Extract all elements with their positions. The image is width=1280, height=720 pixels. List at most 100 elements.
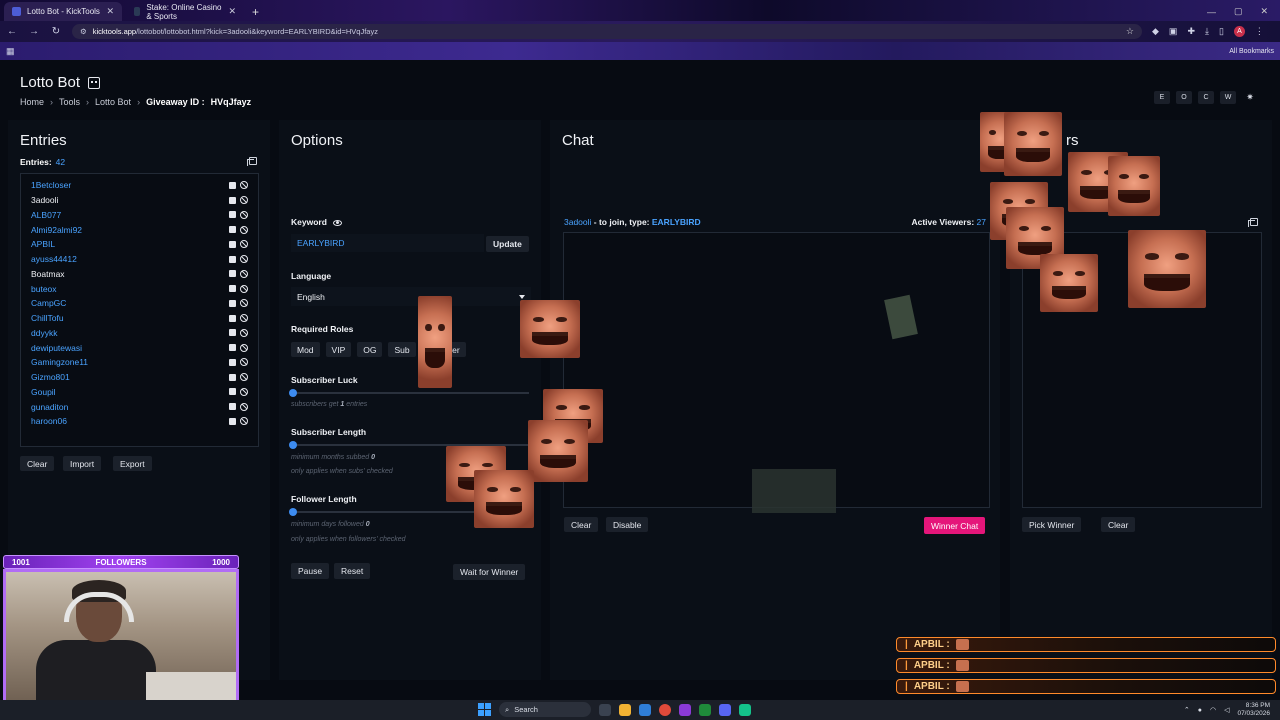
ban-icon[interactable] — [240, 210, 248, 219]
toggle-chat-button[interactable]: C — [1198, 91, 1214, 104]
close-window-icon[interactable]: ✕ — [1260, 6, 1268, 17]
chevron-up-icon[interactable]: ⌃ — [1184, 706, 1190, 714]
entry-checkbox[interactable] — [229, 270, 236, 278]
ban-icon[interactable] — [240, 196, 248, 205]
chrome-icon[interactable] — [659, 703, 671, 716]
windows-start-icon[interactable] — [478, 703, 491, 716]
ban-icon[interactable] — [240, 387, 248, 396]
entry-checkbox[interactable] — [229, 417, 236, 425]
entry-name[interactable]: gunaditon — [31, 402, 229, 412]
wait-for-winner-button[interactable]: Wait for Winner — [453, 564, 526, 580]
forward-icon[interactable]: → — [28, 26, 40, 37]
entry-checkbox[interactable] — [229, 226, 236, 234]
file-explorer-icon[interactable] — [619, 703, 631, 716]
role-vip-button[interactable]: VIP — [325, 342, 352, 357]
new-tab-icon[interactable]: + — [244, 2, 267, 21]
entry-checkbox[interactable] — [229, 358, 236, 366]
entry-name[interactable]: dewiputewasi — [31, 343, 229, 353]
mic-icon[interactable]: ● — [1198, 707, 1202, 714]
role-og-button[interactable]: OG — [357, 342, 383, 357]
entry-name[interactable]: CampGC — [31, 298, 229, 308]
entry-name[interactable]: buteox — [31, 284, 229, 294]
disable-chat-button[interactable]: Disable — [606, 517, 649, 532]
export-button[interactable]: Export — [113, 456, 152, 471]
reset-button[interactable]: Reset — [334, 563, 371, 579]
entry-name[interactable]: Gizmo801 — [31, 372, 229, 382]
ban-icon[interactable] — [240, 343, 248, 352]
menu-icon[interactable]: ⋮ — [1255, 26, 1264, 37]
reload-icon[interactable]: ↻ — [50, 26, 62, 37]
ban-icon[interactable] — [240, 299, 248, 308]
role-mod-button[interactable]: Mod — [291, 342, 320, 357]
entry-name[interactable]: APBIL — [31, 239, 229, 249]
update-button[interactable]: Update — [486, 236, 529, 252]
tab-lotto-bot[interactable]: Lotto Bot - KickTools ✕ — [4, 2, 122, 21]
ban-icon[interactable] — [240, 358, 248, 367]
ban-icon[interactable] — [240, 314, 248, 323]
keyword-input[interactable]: EARLYBIRD — [291, 234, 484, 252]
edge-icon[interactable] — [639, 703, 651, 716]
entry-name[interactable]: 3adooli — [31, 195, 229, 205]
extension-icon[interactable]: ▣ — [1169, 26, 1178, 37]
clear-winners-button[interactable]: Clear — [1101, 517, 1136, 532]
entry-name[interactable]: ChillTofu — [31, 313, 229, 323]
ban-icon[interactable] — [240, 269, 248, 278]
entry-name[interactable]: ddyykk — [31, 328, 229, 338]
theme-toggle-icon[interactable]: ✷ — [1242, 91, 1258, 104]
ban-icon[interactable] — [240, 181, 248, 190]
all-bookmarks-link[interactable]: All Bookmarks — [1229, 48, 1274, 55]
subscriber-luck-slider[interactable] — [289, 389, 529, 397]
bookmark-star-icon[interactable]: ☆ — [1126, 26, 1134, 37]
minimize-icon[interactable]: — — [1207, 7, 1216, 17]
extensions-puzzle-icon[interactable]: ✚ — [1187, 26, 1195, 37]
app-icon[interactable] — [679, 703, 691, 716]
copy-winners-icon[interactable] — [1248, 218, 1258, 227]
close-tab-icon[interactable]: ✕ — [106, 6, 114, 17]
entry-checkbox[interactable] — [229, 314, 236, 322]
pause-button[interactable]: Pause — [291, 563, 330, 579]
clear-chat-button[interactable]: Clear — [564, 517, 599, 532]
discord-icon[interactable] — [719, 703, 731, 716]
apps-grid-icon[interactable]: ▦ — [6, 46, 15, 57]
ban-icon[interactable] — [240, 255, 248, 264]
sidebar-icon[interactable]: ▯ — [1219, 26, 1224, 37]
xbox-icon[interactable] — [699, 703, 711, 716]
slider-knob[interactable] — [289, 508, 297, 516]
close-tab-icon[interactable]: ✕ — [228, 6, 236, 17]
entry-checkbox[interactable] — [229, 255, 236, 263]
entry-checkbox[interactable] — [229, 344, 236, 352]
url-input[interactable]: ⚙ kicktools.app/lottobot/lottobot.html?k… — [72, 24, 1142, 39]
toggle-entries-button[interactable]: E — [1154, 91, 1170, 104]
entry-name[interactable]: Gamingzone11 — [31, 357, 229, 367]
entry-name[interactable]: Almi92almi92 — [31, 225, 229, 235]
task-view-icon[interactable] — [599, 703, 611, 716]
entry-checkbox[interactable] — [229, 285, 236, 293]
breadcrumb-tools[interactable]: Tools — [59, 97, 80, 107]
language-select[interactable]: English — [291, 287, 531, 306]
entry-checkbox[interactable] — [229, 299, 236, 307]
entry-name[interactable]: Boatmax — [31, 269, 229, 279]
toggle-winners-button[interactable]: W — [1220, 91, 1236, 104]
site-info-icon[interactable]: ⚙ — [80, 27, 87, 36]
entry-checkbox[interactable] — [229, 403, 236, 411]
entry-checkbox[interactable] — [229, 240, 236, 248]
toggle-options-button[interactable]: O — [1176, 91, 1192, 104]
maximize-icon[interactable]: ▢ — [1234, 6, 1243, 17]
entry-checkbox[interactable] — [229, 196, 236, 204]
copy-entries-icon[interactable] — [247, 157, 257, 166]
taskbar-search[interactable]: ⌕ Search — [499, 702, 591, 717]
ban-icon[interactable] — [240, 225, 248, 234]
pick-winner-button[interactable]: Pick Winner — [1022, 517, 1082, 532]
entry-checkbox[interactable] — [229, 181, 236, 189]
role-sub-button[interactable]: Sub — [388, 342, 416, 357]
winner-chat-button[interactable]: Winner Chat — [924, 517, 986, 534]
entry-checkbox[interactable] — [229, 329, 236, 337]
entry-name[interactable]: Goupil — [31, 387, 229, 397]
ban-icon[interactable] — [240, 417, 248, 426]
download-icon[interactable]: ⤓ — [1205, 26, 1209, 37]
breadcrumb-home[interactable]: Home — [20, 97, 44, 107]
tab-stake[interactable]: Stake: Online Casino & Sports ✕ — [126, 2, 244, 21]
ban-icon[interactable] — [240, 373, 248, 382]
volume-icon[interactable]: ◁ — [1224, 706, 1229, 714]
app-icon[interactable] — [739, 703, 751, 716]
